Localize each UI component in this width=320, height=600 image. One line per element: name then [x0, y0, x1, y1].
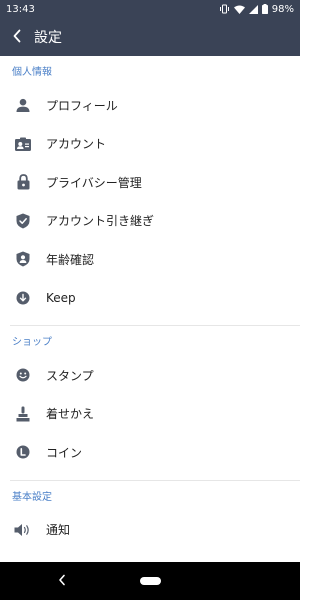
list-item-account-transfer[interactable]: アカウント引き継ぎ [0, 202, 300, 241]
list-item-label: Keep [46, 290, 76, 305]
wifi-icon [233, 5, 245, 14]
vibrate-icon [219, 4, 230, 14]
section-header-shop: ショップ [12, 337, 52, 348]
signal-icon [248, 4, 258, 14]
speaker-icon [0, 523, 46, 537]
list-item-label: 年齢確認 [46, 252, 95, 267]
list-item-label: スタンプ [46, 368, 94, 383]
settings-list[interactable]: 個人情報 プロフィール アカウント プライバシー管理 アカウント引き継ぎ 年齢確… [0, 56, 300, 562]
account-card-icon [0, 137, 46, 151]
system-nav-bar [0, 562, 300, 600]
app-bar: 設定 [0, 18, 300, 56]
coin-icon [0, 445, 46, 459]
keep-download-icon [0, 291, 46, 305]
list-item-keep[interactable]: Keep [0, 279, 300, 318]
list-item-privacy[interactable]: プライバシー管理 [0, 163, 300, 202]
list-item-label: 着せかえ [46, 407, 95, 422]
list-item-label: プライバシー管理 [46, 175, 142, 190]
chevron-left-icon [12, 28, 22, 47]
list-item-label: コイン [46, 445, 83, 460]
shield-check-icon [0, 213, 46, 229]
list-item-notifications[interactable]: 通知 [0, 511, 300, 550]
battery-percent: 98% [271, 3, 294, 15]
list-item-age-verification[interactable]: 年齢確認 [0, 240, 300, 279]
battery-icon [261, 4, 268, 14]
list-item-account[interactable]: アカウント [0, 125, 300, 164]
status-icons: 98% [219, 4, 294, 15]
list-item-label: 通知 [46, 523, 71, 538]
shield-person-icon [0, 251, 46, 267]
smiley-icon [0, 368, 46, 382]
back-button[interactable] [0, 18, 34, 56]
nav-back-icon[interactable] [58, 574, 66, 590]
status-time: 13:43 [6, 3, 35, 15]
brush-icon [0, 406, 46, 422]
list-item-label: アカウント [46, 137, 107, 152]
list-item-themes[interactable]: 着せかえ [0, 395, 300, 434]
list-item-label: アカウント引き継ぎ [46, 214, 155, 229]
page-title: 設定 [34, 30, 62, 46]
list-item-coins[interactable]: コイン [0, 433, 300, 472]
list-item-label: プロフィール [46, 98, 118, 113]
lock-icon [0, 174, 46, 190]
nav-home-pill[interactable] [140, 577, 161, 585]
status-bar: 13:43 98% [0, 0, 300, 18]
list-item-profile[interactable]: プロフィール [0, 86, 300, 125]
list-item-stickers[interactable]: スタンプ [0, 356, 300, 395]
section-header-personal: 個人情報 [12, 67, 52, 78]
person-icon [0, 98, 46, 113]
section-header-basic: 基本設定 [12, 491, 52, 503]
